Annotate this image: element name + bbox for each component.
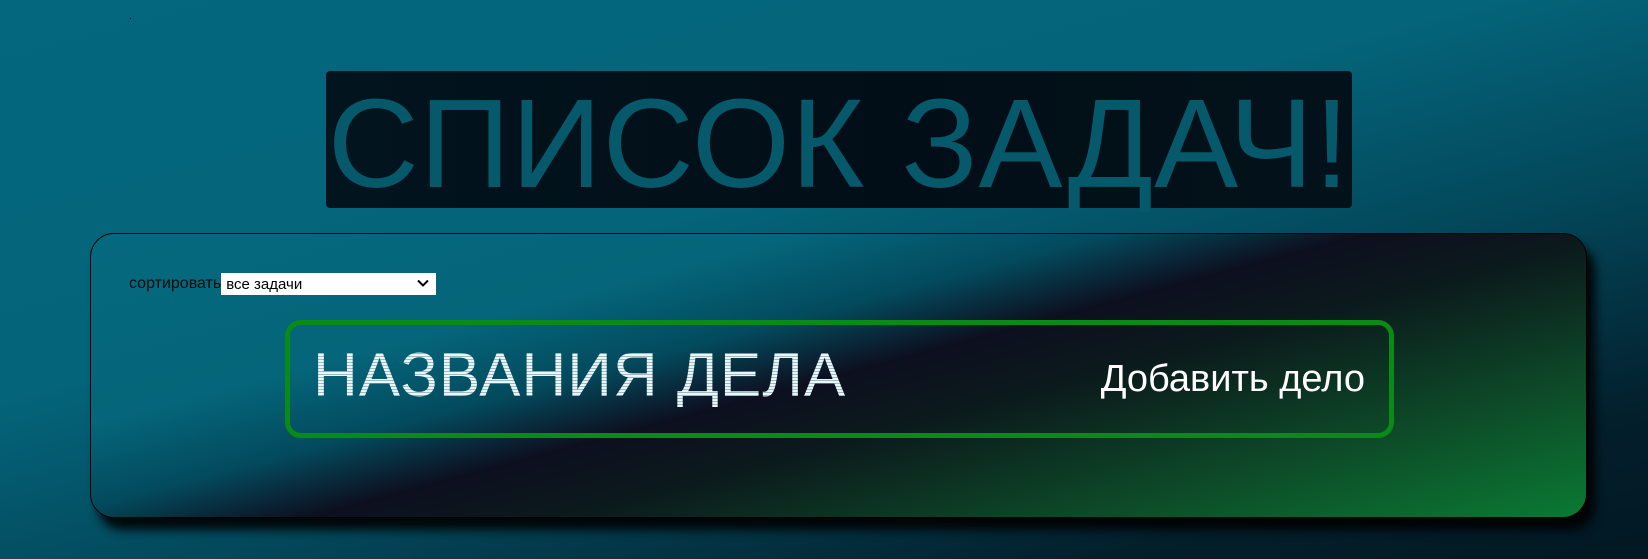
sort-selected-value: все задачи [226,275,303,293]
decorative-dot [130,18,131,19]
add-task-form: НАЗВАНИЯ ДЕЛА Добавить дело [285,320,1394,438]
todo-panel: сортировать все задачи НАЗВАНИЯ ДЕЛА Доб… [90,233,1587,518]
sort-row: сортировать все задачи [129,273,437,295]
page-title-box: СПИСОК ЗАДАЧ! [326,71,1352,208]
task-name-input[interactable]: НАЗВАНИЯ ДЕЛА [313,345,846,407]
chevron-down-icon [417,279,429,287]
page-title: СПИСОК ЗАДАЧ! [327,72,1351,214]
sort-select[interactable]: все задачи [221,273,437,295]
sort-label: сортировать [129,275,222,292]
add-task-button[interactable]: Добавить дело [1101,358,1365,401]
